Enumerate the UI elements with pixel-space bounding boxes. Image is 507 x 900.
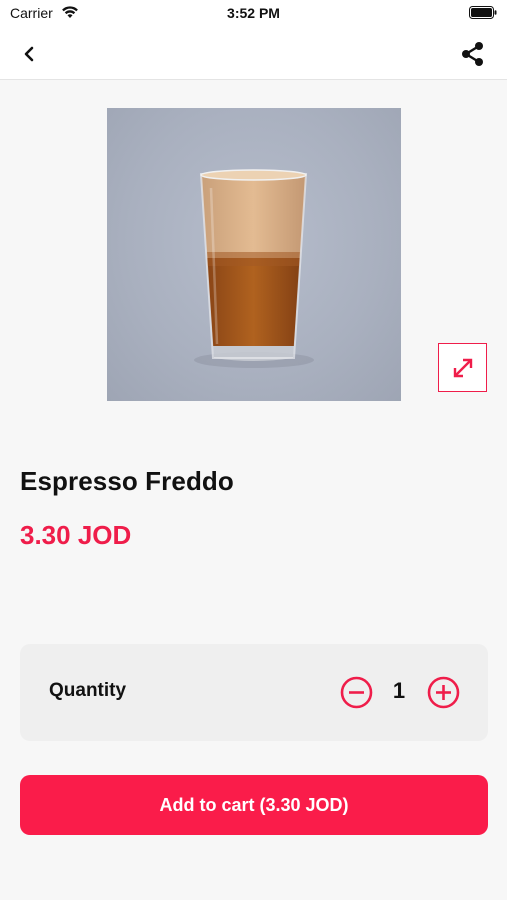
- product-price: 3.30 JOD: [20, 520, 132, 550]
- minus-circle-icon: [340, 676, 373, 709]
- back-button[interactable]: [14, 40, 44, 68]
- add-to-cart-button[interactable]: Add to cart (3.30 JOD): [20, 775, 488, 835]
- status-bar: Carrier 3:52 PM: [0, 0, 507, 28]
- quantity-card: Quantity 1: [20, 644, 488, 741]
- chevron-left-icon: [24, 46, 34, 62]
- decrease-quantity-button[interactable]: [340, 676, 373, 709]
- battery-icon: [469, 6, 497, 19]
- plus-circle-icon: [427, 676, 460, 709]
- expand-arrows-icon: [453, 358, 472, 377]
- increase-quantity-button[interactable]: [427, 676, 460, 709]
- quantity-value: 1: [392, 678, 406, 703]
- drink-glass-illustration: [194, 169, 314, 368]
- share-icon: [462, 42, 483, 66]
- navigation-bar: [0, 28, 507, 80]
- product-title: Espresso Freddo: [20, 466, 234, 496]
- status-time: 3:52 PM: [227, 5, 280, 21]
- expand-image-button[interactable]: [438, 343, 487, 392]
- share-button[interactable]: [457, 38, 489, 70]
- product-image[interactable]: [107, 108, 401, 401]
- quantity-label: Quantity: [49, 680, 127, 701]
